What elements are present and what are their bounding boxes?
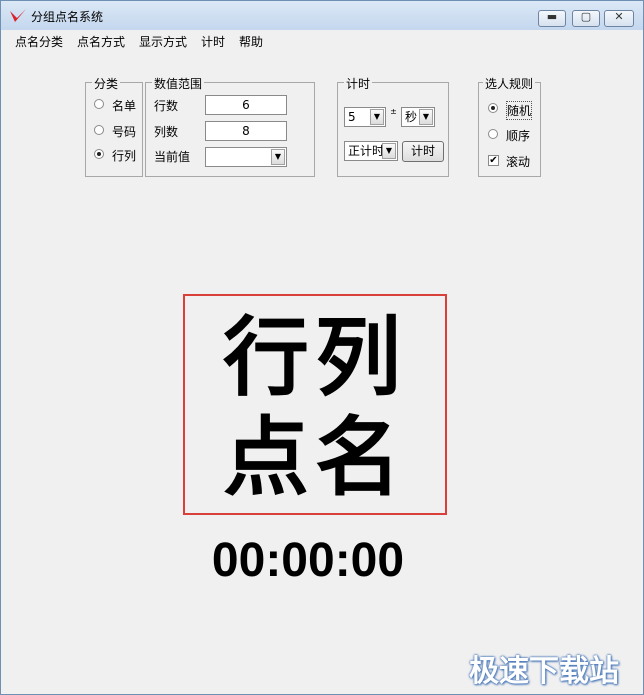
rows-input[interactable]: 6 [205,95,287,115]
category-radio-number[interactable] [94,125,104,135]
rule-radio-random[interactable] [488,103,498,113]
rules-panel: 选人规则 随机 顺序 ✔ 滚动 [478,75,541,177]
chevron-down-icon: ▼ [271,149,285,165]
category-label-number: 号码 [112,125,137,139]
start-timer-button[interactable]: 计时 [402,141,444,162]
timer-panel: 计时 5 ▼ ± 秒 ▼ 正计时 ▼ 计时 [337,75,449,177]
timer-amount-spinner[interactable]: ± [388,107,399,127]
timer-mode-text: 正计时 [348,144,385,158]
current-value-select[interactable]: ▼ [205,147,287,167]
cols-input[interactable]: 8 [205,121,287,141]
display-line-1: 行列 [223,307,407,408]
close-button[interactable]: ✕ [604,10,634,27]
range-panel: 数值范围 行数 6 列数 8 当前值 ▼ [145,75,315,177]
timer-unit-select[interactable]: 秒 ▼ [401,107,435,127]
maximize-button[interactable]: ▢ [572,10,600,27]
rows-label: 行数 [154,99,179,113]
chevron-down-icon: ▼ [382,143,396,159]
chevron-down-icon: ▼ [419,109,433,125]
menu-bar: 点名分类 点名方式 显示方式 计时 帮助 [1,30,643,50]
display-line-2: 点名 [223,407,407,508]
rule-radio-sequence[interactable] [488,129,498,139]
close-icon: ✕ [614,10,624,23]
current-label: 当前值 [154,150,191,164]
menu-timing[interactable]: 计时 [201,33,225,50]
app-logo-icon [10,9,26,22]
category-radio-list[interactable] [94,99,104,109]
maximize-icon: ▢ [580,10,592,23]
menu-help[interactable]: 帮助 [239,33,263,50]
category-label-rowcol: 行列 [112,149,137,163]
category-panel: 分类 名单 号码 行列 [85,75,143,177]
chevron-down-icon: ▼ [370,109,384,125]
rule-label-random: 随机 [506,101,533,120]
cols-label: 列数 [154,125,179,139]
scroll-label: 滚动 [506,155,531,169]
timer-amount-text: 5 [348,110,356,124]
timer-unit-text: 秒 [405,110,418,124]
app-window: 分组点名系统 ▬ ▢ ✕ 点名分类 点名方式 显示方式 计时 帮助 分类 名单 … [0,0,644,695]
menu-category[interactable]: 点名分类 [15,33,63,50]
title-bar: 分组点名系统 ▬ ▢ ✕ [1,1,643,30]
rules-legend: 选人规则 [483,75,536,92]
result-display: 行列 点名 [183,294,447,515]
category-radio-rowcol[interactable] [94,149,104,159]
watermark: 极速下载站 [469,654,619,689]
category-label-list: 名单 [112,99,137,113]
minimize-button[interactable]: ▬ [538,10,566,27]
menu-display[interactable]: 显示方式 [139,33,187,50]
timer-amount-select[interactable]: 5 ▼ [344,107,386,127]
menu-method[interactable]: 点名方式 [77,33,125,50]
range-legend: 数值范围 [152,75,205,92]
spin-up-icon[interactable]: ± [388,107,399,117]
timer-legend: 计时 [344,75,373,92]
category-legend: 分类 [92,75,121,92]
timer-mode-select[interactable]: 正计时 ▼ [344,141,398,161]
window-title: 分组点名系统 [31,10,104,24]
rule-label-sequence: 顺序 [506,129,531,143]
scroll-checkbox[interactable]: ✔ [488,155,499,166]
timer-readout: 00:00:00 [211,534,405,587]
minimize-icon: ▬ [546,10,558,23]
